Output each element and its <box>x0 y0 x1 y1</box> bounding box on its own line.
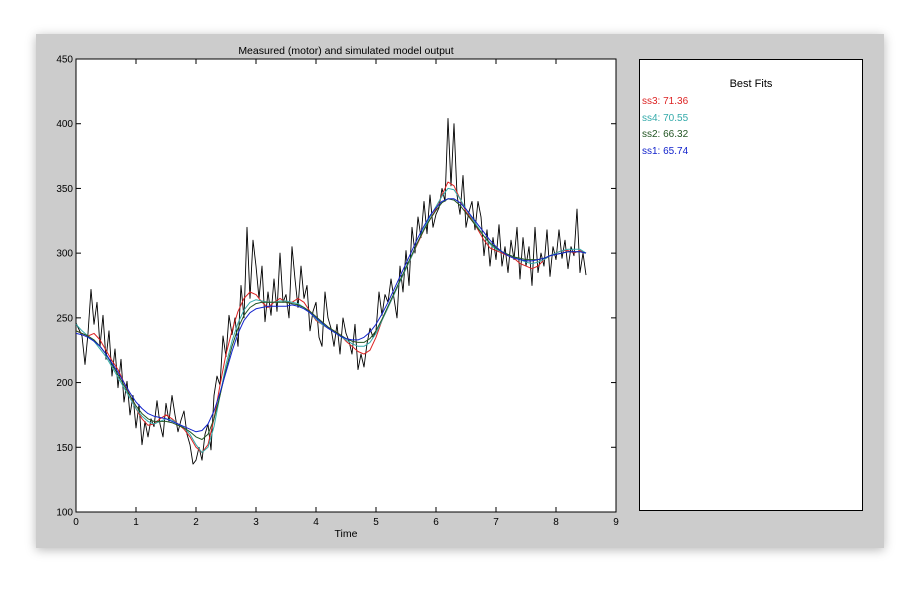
legend-list: ss3: 71.36 ss4: 70.55 ss2: 66.32 ss1: 65… <box>642 94 688 160</box>
legend-entry-ss2: ss2: 66.32 <box>642 129 689 140</box>
x-tick-label: 9 <box>613 517 619 528</box>
x-tick-label: 6 <box>433 517 439 528</box>
legend-panel: Best Fits ss3: 71.36 ss4: 70.55 ss2: 66.… <box>639 59 863 511</box>
plot-area <box>75 58 617 513</box>
x-tick-label: 3 <box>253 517 259 528</box>
y-tick-label: 450 <box>56 55 73 66</box>
x-tick-label: 8 <box>553 517 559 528</box>
legend-title: Best Fits <box>729 78 773 90</box>
y-tick-label: 350 <box>56 184 73 195</box>
y-tick-label: 200 <box>56 378 73 389</box>
y-tick-label: 250 <box>56 313 73 324</box>
x-tick-label: 1 <box>133 517 139 528</box>
x-axis-label: Time <box>335 528 358 540</box>
x-tick-label: 5 <box>373 517 379 528</box>
chart-title: Measured (motor) and simulated model out… <box>238 45 453 57</box>
x-tick-label: 4 <box>313 517 319 528</box>
y-tick-label: 400 <box>56 119 73 130</box>
x-tick-label: 7 <box>493 517 499 528</box>
legend-entry-ss3: ss3: 71.36 <box>642 96 689 107</box>
legend-entry-ss4: ss4: 70.55 <box>642 112 689 124</box>
figure-window: Measured (motor) and simulated model out… <box>36 34 884 548</box>
y-tick-label: 300 <box>56 249 73 260</box>
legend-entry-ss1: ss1: 65.74 <box>642 145 689 157</box>
x-tick-label: 0 <box>73 517 79 528</box>
y-tick-label: 150 <box>56 443 73 454</box>
x-tick-label: 2 <box>193 517 199 528</box>
y-tick-label: 100 <box>56 508 73 519</box>
